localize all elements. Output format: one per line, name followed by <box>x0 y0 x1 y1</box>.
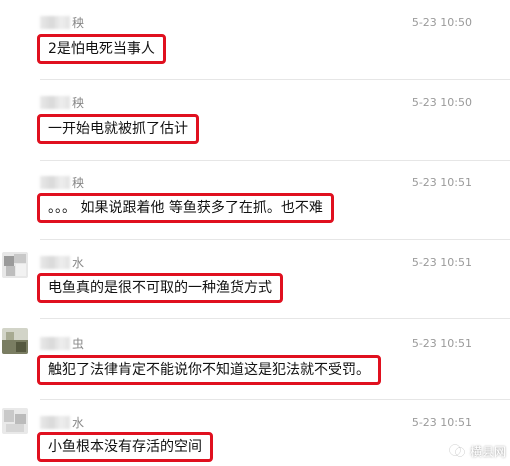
avatar[interactable] <box>2 328 28 354</box>
comment-text-highlighted: 小鱼根本没有存活的空间 <box>37 432 213 462</box>
divider <box>40 79 510 80</box>
comment-item: 水 5-23 10:51 电鱼真的是很不可取的一种渔货方式 <box>0 242 510 322</box>
username[interactable]: 水 <box>72 256 84 270</box>
wechat-logo-icon <box>448 442 466 460</box>
username-blurred <box>40 256 70 269</box>
comment-time: 5-23 10:50 <box>411 16 472 29</box>
comment-list: 秧 5-23 10:50 2是怕电死当事人 秧 5-23 10:50 一开始电就… <box>0 0 510 466</box>
comment-item: 秧 5-23 10:51 。。。 如果说跟着他 等鱼获多了在抓。也不难 <box>0 164 510 242</box>
username-blurred <box>40 176 70 189</box>
avatar[interactable] <box>2 252 28 278</box>
divider <box>40 399 510 400</box>
watermark: 横县网 <box>448 442 506 460</box>
username[interactable]: 秧 <box>72 176 84 190</box>
comment-time: 5-23 10:51 <box>411 337 472 350</box>
avatar[interactable] <box>2 408 28 434</box>
comment-item: 水 5-23 10:51 小鱼根本没有存活的空间 <box>0 402 510 466</box>
username-blurred <box>40 16 70 29</box>
comment-text-highlighted: 。。。 如果说跟着他 等鱼获多了在抓。也不难 <box>37 193 334 223</box>
username-blurred <box>40 96 70 109</box>
comment-item: 秧 5-23 10:50 一开始电就被抓了估计 <box>0 82 510 164</box>
comment-text-highlighted: 触犯了法律肯定不能说你不知道这是犯法就不受罚。 <box>37 355 381 385</box>
username[interactable]: 秧 <box>72 16 84 30</box>
watermark-text: 横县网 <box>469 444 506 459</box>
divider <box>40 318 510 319</box>
comment-text-highlighted: 电鱼真的是很不可取的一种渔货方式 <box>37 273 283 303</box>
divider <box>40 160 510 161</box>
comment-item: 虫 5-23 10:51 触犯了法律肯定不能说你不知道这是犯法就不受罚。 <box>0 322 510 402</box>
username-blurred <box>40 416 70 429</box>
comment-time: 5-23 10:50 <box>411 96 472 109</box>
comment-time: 5-23 10:51 <box>411 176 472 189</box>
comment-time: 5-23 10:51 <box>411 256 472 269</box>
comment-item: 秧 5-23 10:50 2是怕电死当事人 <box>0 0 510 82</box>
comment-text-highlighted: 一开始电就被抓了估计 <box>37 114 199 144</box>
username[interactable]: 水 <box>72 416 84 430</box>
username[interactable]: 秧 <box>72 96 84 110</box>
username-blurred <box>40 337 70 350</box>
comment-time: 5-23 10:51 <box>411 416 472 429</box>
divider <box>40 239 510 240</box>
comment-text-highlighted: 2是怕电死当事人 <box>37 34 166 64</box>
username[interactable]: 虫 <box>72 337 84 351</box>
